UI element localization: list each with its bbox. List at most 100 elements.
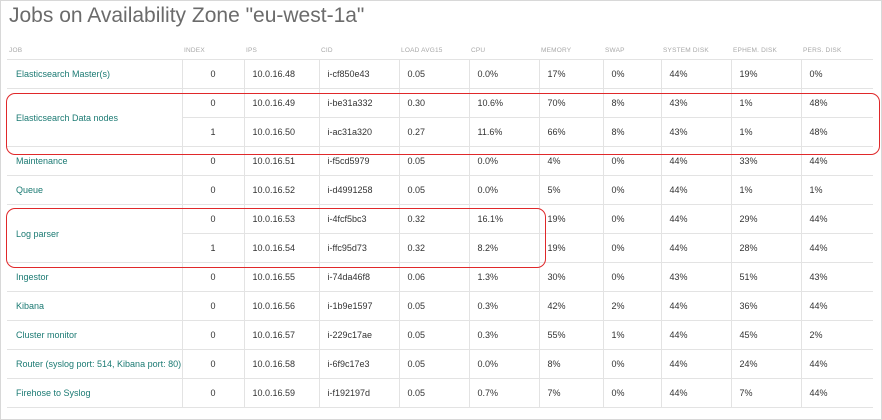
- cell-ip: 10.0.16.49: [243, 88, 319, 118]
- table-row: Router (syslog port: 514, Kibana port: 8…: [7, 349, 873, 379]
- cell-pers-disk: 2%: [800, 320, 873, 350]
- cell-cid: i-f192197d: [318, 378, 399, 408]
- job-name-link[interactable]: Ingestor: [7, 262, 182, 292]
- table-header: JOB INDEX IPS CID LOAD AVG15 CPU MEMORY SWAP SYS…: [7, 42, 873, 60]
- cell-ip: 10.0.16.55: [243, 262, 319, 292]
- cell-load: 0.05: [398, 175, 469, 205]
- cell-load: 0.32: [398, 204, 469, 234]
- jobs-table: JOB INDEX IPS CID LOAD AVG15 CPU MEMORY SWAP SYS…: [7, 42, 873, 408]
- cell-cid: i-cf850e43: [318, 59, 399, 89]
- cell-cid: i-4fcf5bc3: [318, 204, 399, 234]
- cell-ephem-disk: 51%: [730, 262, 801, 292]
- cell-pers-disk: 44%: [800, 146, 873, 176]
- job-name-link[interactable]: Firehose to Syslog: [7, 378, 182, 408]
- table-row: Maintenance 0 10.0.16.51 i-f5cd5979 0.05 0.0%…: [7, 146, 873, 176]
- cell-swap: 0%: [602, 233, 661, 263]
- table-row: Firehose to Syslog 0 10.0.16.59 i-f192197d 0…: [7, 378, 873, 408]
- table-row: Log parser 0 10.0.16.53 i-4fcf5bc3 0.32 16.1%…: [7, 204, 873, 263]
- table-row: Ingestor 0 10.0.16.55 i-74da46f8 0.06 1.3% 30%…: [7, 262, 873, 292]
- cell-memory: 55%: [538, 320, 603, 350]
- cell-system-disk: 43%: [660, 117, 731, 147]
- cell-ephem-disk: 33%: [730, 146, 801, 176]
- cell-memory: 66%: [538, 117, 603, 147]
- cell-ip: 10.0.16.48: [243, 59, 319, 89]
- column-header-cid: CID: [319, 42, 399, 60]
- job-name-link[interactable]: Elasticsearch Data nodes: [7, 88, 182, 147]
- cell-cid: i-6f9c17e3: [318, 349, 399, 379]
- cell-memory: 7%: [538, 378, 603, 408]
- cell-pers-disk: 44%: [800, 378, 873, 408]
- instance-index: 0: [181, 378, 244, 408]
- job-name-link[interactable]: Router (syslog port: 514, Kibana port: 8…: [7, 349, 182, 379]
- cell-memory: 17%: [538, 59, 603, 89]
- table-row: Elasticsearch Master(s) 0 10.0.16.48 i-cf85…: [7, 59, 873, 89]
- cell-load: 0.32: [398, 233, 469, 263]
- cell-memory: 19%: [538, 233, 603, 263]
- cell-ip: 10.0.16.56: [243, 291, 319, 321]
- cell-swap: 0%: [602, 175, 661, 205]
- job-name-link[interactable]: Kibana: [7, 291, 182, 321]
- cell-pers-disk: 48%: [800, 117, 873, 147]
- job-name-link[interactable]: Maintenance: [7, 146, 182, 176]
- column-header-pers-disk: PERS. DISK: [801, 42, 873, 60]
- cell-system-disk: 44%: [660, 349, 731, 379]
- cell-cpu: 0.3%: [468, 291, 539, 321]
- cell-load: 0.05: [398, 59, 469, 89]
- job-name-link[interactable]: Queue: [7, 175, 182, 205]
- column-header-system-disk: SYSTEM DISK: [661, 42, 731, 60]
- instance-index: 0: [181, 59, 244, 89]
- table-row: Queue 0 10.0.16.52 i-d4991258 0.05 0.0% 5% 0% 44…: [7, 175, 873, 205]
- page-title: Jobs on Availability Zone "eu-west-1a": [9, 4, 365, 27]
- cell-pers-disk: 44%: [800, 291, 873, 321]
- cell-system-disk: 44%: [660, 175, 731, 205]
- column-header-index: INDEX: [182, 42, 244, 60]
- cell-load: 0.05: [398, 349, 469, 379]
- cell-system-disk: 44%: [660, 378, 731, 408]
- cell-load: 0.05: [398, 291, 469, 321]
- cell-system-disk: 43%: [660, 262, 731, 292]
- cell-system-disk: 43%: [660, 88, 731, 118]
- cell-pers-disk: 44%: [800, 349, 873, 379]
- cell-ephem-disk: 1%: [730, 117, 801, 147]
- job-name-link[interactable]: Elasticsearch Master(s): [7, 59, 182, 89]
- cell-swap: 2%: [602, 291, 661, 321]
- cell-memory: 70%: [538, 88, 603, 118]
- instance-index: 0: [181, 146, 244, 176]
- cell-cpu: 0.0%: [468, 175, 539, 205]
- column-header-cpu: CPU: [469, 42, 539, 60]
- cell-cpu: 1.3%: [468, 262, 539, 292]
- cell-load: 0.27: [398, 117, 469, 147]
- cell-swap: 0%: [602, 204, 661, 234]
- cell-ephem-disk: 1%: [730, 175, 801, 205]
- cell-cid: i-ffc95d73: [318, 233, 399, 263]
- cell-cid: i-be31a332: [318, 88, 399, 118]
- cell-ip: 10.0.16.58: [243, 349, 319, 379]
- column-header-memory: MEMORY: [539, 42, 603, 60]
- instance-index: 0: [181, 291, 244, 321]
- cell-pers-disk: 44%: [800, 233, 873, 263]
- cell-pers-disk: 43%: [800, 262, 873, 292]
- cell-ip: 10.0.16.51: [243, 146, 319, 176]
- cell-system-disk: 44%: [660, 320, 731, 350]
- cell-cid: i-74da46f8: [318, 262, 399, 292]
- cell-swap: 0%: [602, 59, 661, 89]
- cell-ip: 10.0.16.50: [243, 117, 319, 147]
- job-name-link[interactable]: Cluster monitor: [7, 320, 182, 350]
- instance-index: 0: [181, 320, 244, 350]
- cell-pers-disk: 1%: [800, 175, 873, 205]
- cell-ephem-disk: 45%: [730, 320, 801, 350]
- job-name-link[interactable]: Log parser: [7, 204, 182, 263]
- cell-pers-disk: 48%: [800, 88, 873, 118]
- instance-index: 0: [181, 175, 244, 205]
- cell-ephem-disk: 24%: [730, 349, 801, 379]
- cell-swap: 0%: [602, 146, 661, 176]
- cell-cid: i-229c17ae: [318, 320, 399, 350]
- cell-memory: 4%: [538, 146, 603, 176]
- cell-system-disk: 44%: [660, 291, 731, 321]
- cell-cpu: 0.0%: [468, 59, 539, 89]
- cell-ephem-disk: 7%: [730, 378, 801, 408]
- instance-index: 0: [181, 88, 244, 118]
- cell-ip: 10.0.16.53: [243, 204, 319, 234]
- cell-load: 0.06: [398, 262, 469, 292]
- cell-cpu: 0.7%: [468, 378, 539, 408]
